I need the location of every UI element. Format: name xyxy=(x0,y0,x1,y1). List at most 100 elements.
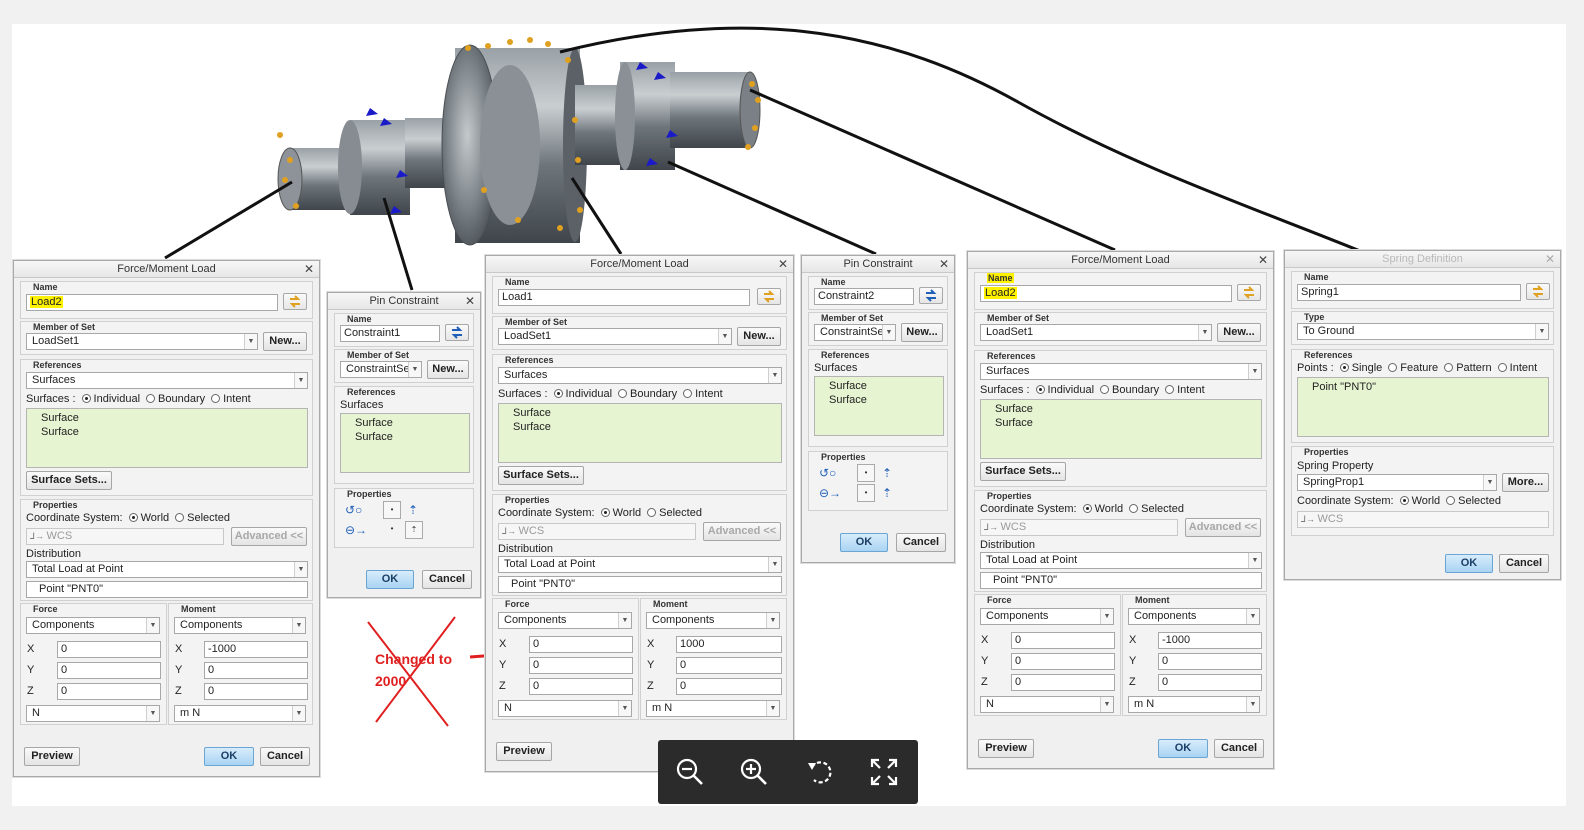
radio-individual[interactable] xyxy=(553,389,563,398)
fixed-angle-toggle[interactable]: • xyxy=(857,464,875,482)
force-unit-select[interactable]: N ▼ xyxy=(26,705,160,722)
cancel-button[interactable]: Cancel xyxy=(896,533,946,552)
list-item[interactable]: Surface xyxy=(995,417,1033,429)
cancel-button[interactable]: Cancel xyxy=(260,747,310,766)
rotate-icon[interactable] xyxy=(802,754,838,790)
distribution-select[interactable]: Total Load at Point ▼ xyxy=(980,552,1262,569)
radio-selected[interactable] xyxy=(1446,496,1456,505)
references-type-select[interactable]: Surfaces ▼ xyxy=(498,367,782,384)
list-item[interactable]: Surface xyxy=(995,403,1033,415)
wcs-field[interactable]: ⅃→ WCS xyxy=(980,519,1178,536)
radio-selected[interactable] xyxy=(647,508,657,517)
radio-selected[interactable] xyxy=(1129,504,1139,513)
member-set-select[interactable]: LoadSet1 ▼ xyxy=(980,324,1212,341)
moment-y-input[interactable]: 0 xyxy=(1158,653,1262,670)
list-item[interactable]: Surface xyxy=(513,407,551,419)
rename-icon[interactable] xyxy=(445,324,469,341)
radio-boundary[interactable] xyxy=(618,389,628,398)
ok-button[interactable]: OK xyxy=(1158,739,1208,758)
moment-x-input[interactable]: -1000 xyxy=(1158,632,1262,649)
radio-selected[interactable] xyxy=(175,513,185,522)
fixed-axial-toggle[interactable]: • xyxy=(857,484,875,502)
close-icon[interactable]: ✕ xyxy=(1258,252,1268,268)
moment-x-input[interactable]: -1000 xyxy=(204,641,308,658)
new-set-button[interactable]: New... xyxy=(427,360,469,379)
rename-icon[interactable] xyxy=(1526,283,1550,300)
force-y-input[interactable]: 0 xyxy=(529,657,633,674)
ok-button[interactable]: OK xyxy=(366,570,414,589)
name-input[interactable]: Constraint2 xyxy=(814,288,914,305)
close-icon[interactable]: ✕ xyxy=(778,256,788,272)
moment-y-input[interactable]: 0 xyxy=(204,662,308,679)
surfaces-list[interactable]: Surface Surface xyxy=(814,376,944,436)
point-field[interactable]: Point "PNT0" xyxy=(26,581,308,598)
surfaces-list[interactable]: Surface Surface xyxy=(340,413,470,473)
name-input[interactable]: Load2 xyxy=(980,285,1232,302)
force-z-input[interactable]: 0 xyxy=(1011,674,1115,691)
radio-pattern[interactable] xyxy=(1444,363,1454,372)
force-z-input[interactable]: 0 xyxy=(529,678,633,695)
radio-world[interactable] xyxy=(1399,496,1409,505)
ok-button[interactable]: OK xyxy=(840,533,888,552)
radio-feature[interactable] xyxy=(1388,363,1398,372)
list-item[interactable]: Surface xyxy=(41,412,79,424)
member-set-select[interactable]: ConstraintSe ▼ xyxy=(814,324,896,341)
point-field[interactable]: Point "PNT0" xyxy=(498,576,782,593)
list-item[interactable]: Surface xyxy=(41,426,79,438)
cancel-button[interactable]: Cancel xyxy=(422,570,472,589)
moment-type-select[interactable]: Components ▼ xyxy=(1128,608,1260,625)
list-item[interactable]: Surface xyxy=(829,394,867,406)
close-icon[interactable]: ✕ xyxy=(939,256,949,272)
moment-unit-select[interactable]: m N ▼ xyxy=(1128,696,1260,713)
point-field[interactable]: Point "PNT0" xyxy=(980,572,1262,589)
preview-button[interactable]: Preview xyxy=(496,742,552,761)
force-unit-select[interactable]: N ▼ xyxy=(498,700,632,717)
radio-intent[interactable] xyxy=(211,394,221,403)
new-set-button[interactable]: New... xyxy=(737,327,781,346)
advanced-button[interactable]: Advanced << xyxy=(703,522,781,541)
force-unit-select[interactable]: N ▼ xyxy=(980,696,1114,713)
rename-icon[interactable] xyxy=(919,287,943,304)
new-set-button[interactable]: New... xyxy=(263,332,307,351)
force-y-input[interactable]: 0 xyxy=(57,662,161,679)
force-x-input[interactable]: 0 xyxy=(1011,632,1115,649)
moment-z-input[interactable]: 0 xyxy=(676,678,782,695)
free-axial-toggle[interactable]: ⇡ xyxy=(405,521,423,539)
member-set-select[interactable]: LoadSet1 ▼ xyxy=(26,333,258,350)
rename-icon[interactable] xyxy=(757,288,781,305)
force-type-select[interactable]: Components ▼ xyxy=(26,617,160,634)
radio-individual[interactable] xyxy=(81,394,91,403)
rename-icon[interactable] xyxy=(1237,284,1261,301)
list-item[interactable]: Surface xyxy=(513,421,551,433)
type-select[interactable]: To Ground ▼ xyxy=(1297,323,1549,340)
cancel-button[interactable]: Cancel xyxy=(1214,739,1264,758)
moment-type-select[interactable]: Components ▼ xyxy=(174,617,306,634)
references-type-select[interactable]: Surfaces ▼ xyxy=(26,372,308,389)
fixed-angle-toggle[interactable]: • xyxy=(383,501,401,519)
radio-world[interactable] xyxy=(600,508,610,517)
zoom-in-icon[interactable] xyxy=(736,754,772,790)
surfaces-list[interactable]: Surface Surface xyxy=(498,403,782,463)
radio-world[interactable] xyxy=(1082,504,1092,513)
ok-button[interactable]: OK xyxy=(1445,554,1493,573)
moment-unit-select[interactable]: m N ▼ xyxy=(174,705,306,722)
list-item[interactable]: Point "PNT0" xyxy=(1312,381,1376,393)
force-type-select[interactable]: Components ▼ xyxy=(980,608,1114,625)
more-button[interactable]: More... xyxy=(1502,473,1549,492)
radio-boundary[interactable] xyxy=(146,394,156,403)
rename-icon[interactable] xyxy=(283,293,307,310)
fixed-axial-toggle[interactable]: • xyxy=(383,521,401,539)
radio-single[interactable] xyxy=(1339,363,1349,372)
new-set-button[interactable]: New... xyxy=(901,323,943,342)
radio-world[interactable] xyxy=(128,513,138,522)
surfaces-list[interactable]: Surface Surface xyxy=(980,399,1262,459)
name-input[interactable]: Load1 xyxy=(498,289,750,306)
cancel-button[interactable]: Cancel xyxy=(1499,554,1549,573)
zoom-out-icon[interactable] xyxy=(672,754,708,790)
close-icon[interactable]: ✕ xyxy=(304,261,314,277)
moment-x-input[interactable]: 1000 xyxy=(676,636,782,653)
ok-button[interactable]: OK xyxy=(204,747,254,766)
radio-intent[interactable] xyxy=(683,389,693,398)
preview-button[interactable]: Preview xyxy=(978,739,1034,758)
force-y-input[interactable]: 0 xyxy=(1011,653,1115,670)
